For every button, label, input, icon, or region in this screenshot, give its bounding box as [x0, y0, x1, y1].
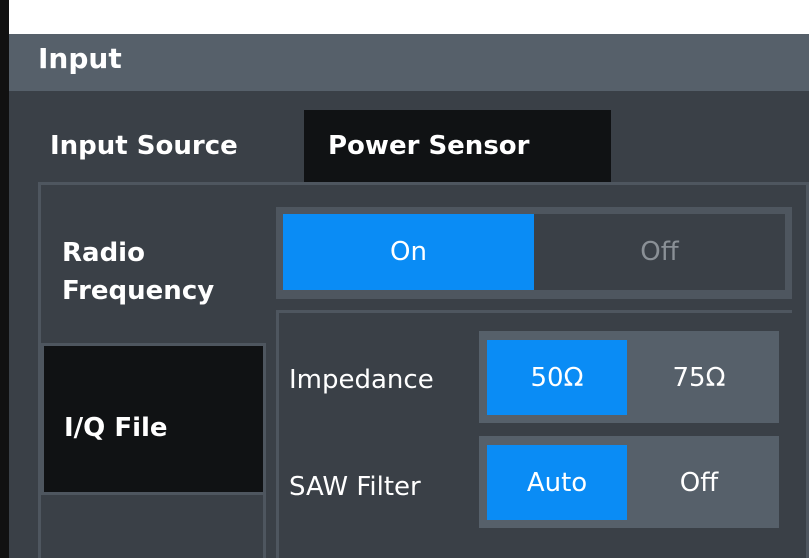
- tab-input-source-label: Input Source: [50, 131, 238, 161]
- nav-radio-frequency[interactable]: Radio Frequency: [41, 208, 278, 343]
- nav-empty-area: [41, 495, 266, 558]
- tab-power-sensor-label: Power Sensor: [328, 131, 530, 161]
- saw-filter-off-option[interactable]: Off: [627, 445, 771, 520]
- window-edge: [0, 0, 9, 558]
- tab-input-source[interactable]: Input Source: [38, 110, 298, 182]
- dialog-titlebar: [9, 34, 809, 91]
- tab-power-sensor[interactable]: Power Sensor: [304, 110, 611, 182]
- saw-filter-auto-option[interactable]: Auto: [487, 445, 627, 520]
- impedance-75-option[interactable]: 75Ω: [627, 340, 771, 415]
- rf-toggle-group: On Off: [276, 207, 792, 299]
- nav-iq-file-label: I/Q File: [64, 413, 168, 443]
- rf-on-button[interactable]: On: [283, 214, 534, 290]
- nav-radio-frequency-line1: Radio: [62, 238, 145, 268]
- impedance-selector: 50Ω 75Ω: [479, 331, 779, 423]
- nav-iq-file[interactable]: I/Q File: [41, 343, 266, 495]
- impedance-50-option[interactable]: 50Ω: [487, 340, 627, 415]
- nav-radio-frequency-line2: Frequency: [62, 276, 215, 306]
- dialog-title: Input: [38, 42, 122, 75]
- saw-filter-label: SAW Filter: [289, 472, 421, 502]
- rf-off-button[interactable]: Off: [534, 214, 785, 290]
- nav-radio-frequency-label: Radio Frequency: [41, 208, 278, 310]
- saw-filter-selector: Auto Off: [479, 436, 779, 528]
- impedance-label: Impedance: [289, 365, 434, 395]
